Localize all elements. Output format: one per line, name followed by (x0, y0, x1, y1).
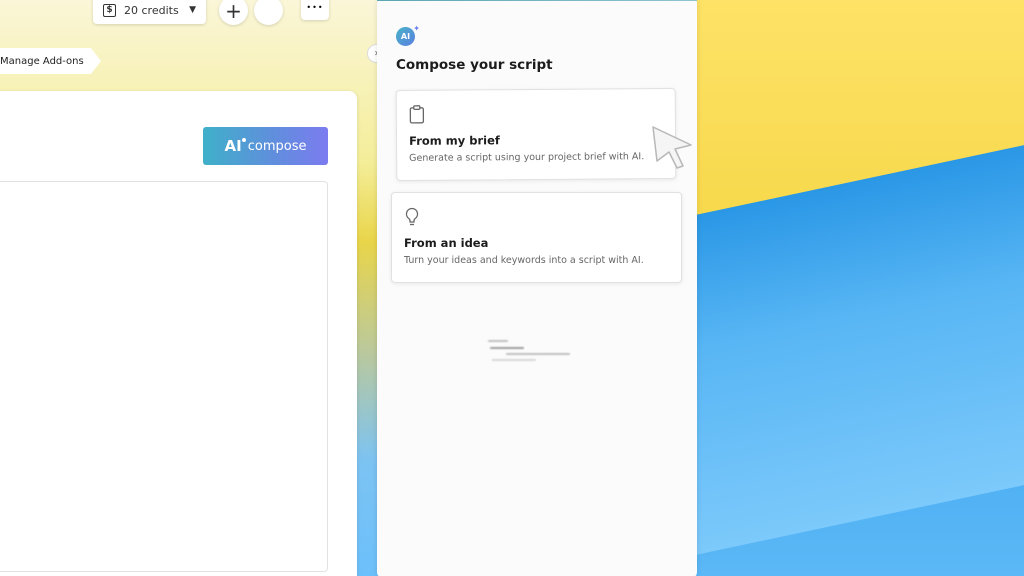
option-from-my-brief[interactable]: From my brief Generate a script using yo… (395, 88, 677, 181)
caret-down-icon: ▼ (189, 5, 196, 15)
option-description: Generate a script using your project bri… (409, 151, 645, 164)
lightbulb-icon (404, 207, 420, 231)
option-description: Turn your ideas and keywords into a scri… (404, 255, 644, 266)
sparkle-icon: ✦ (413, 24, 420, 33)
panel-top-accent (377, 0, 697, 1)
manage-addons-button[interactable]: Manage Add-ons (0, 48, 101, 74)
plus-icon: + (225, 0, 242, 23)
loading-indicator (486, 336, 578, 366)
more-options-button[interactable]: ••• (301, 0, 329, 20)
clipboard-icon (409, 105, 425, 128)
ai-badge-icon: AI ✦ (396, 24, 420, 46)
manage-addons-label: Manage Add-ons (0, 55, 84, 67)
ai-badge-text: AI (400, 32, 411, 41)
dollar-icon: $ (103, 3, 116, 17)
compose-panel: AI ✦ Compose your script From my brief G… (377, 0, 697, 576)
mouse-cursor-icon (650, 124, 696, 174)
ai-compose-label: compose (247, 138, 307, 154)
background-right (697, 0, 1024, 576)
compose-title: Compose your script (396, 57, 553, 73)
option-title: From my brief (408, 133, 500, 148)
credits-dropdown[interactable]: $ 20 credits ▼ (93, 0, 206, 24)
background-band (697, 116, 1024, 564)
script-text-area[interactable] (0, 181, 328, 572)
option-from-an-idea[interactable]: From an idea Turn your ideas and keyword… (391, 192, 682, 283)
editor-panel: AI compose (0, 91, 357, 576)
credits-label: 20 credits (124, 3, 179, 17)
option-title: From an idea (404, 236, 489, 250)
ai-compose-ai-text: AI (224, 137, 246, 155)
ai-compose-button[interactable]: AI compose (203, 127, 328, 165)
more-icon: ••• (306, 2, 324, 12)
